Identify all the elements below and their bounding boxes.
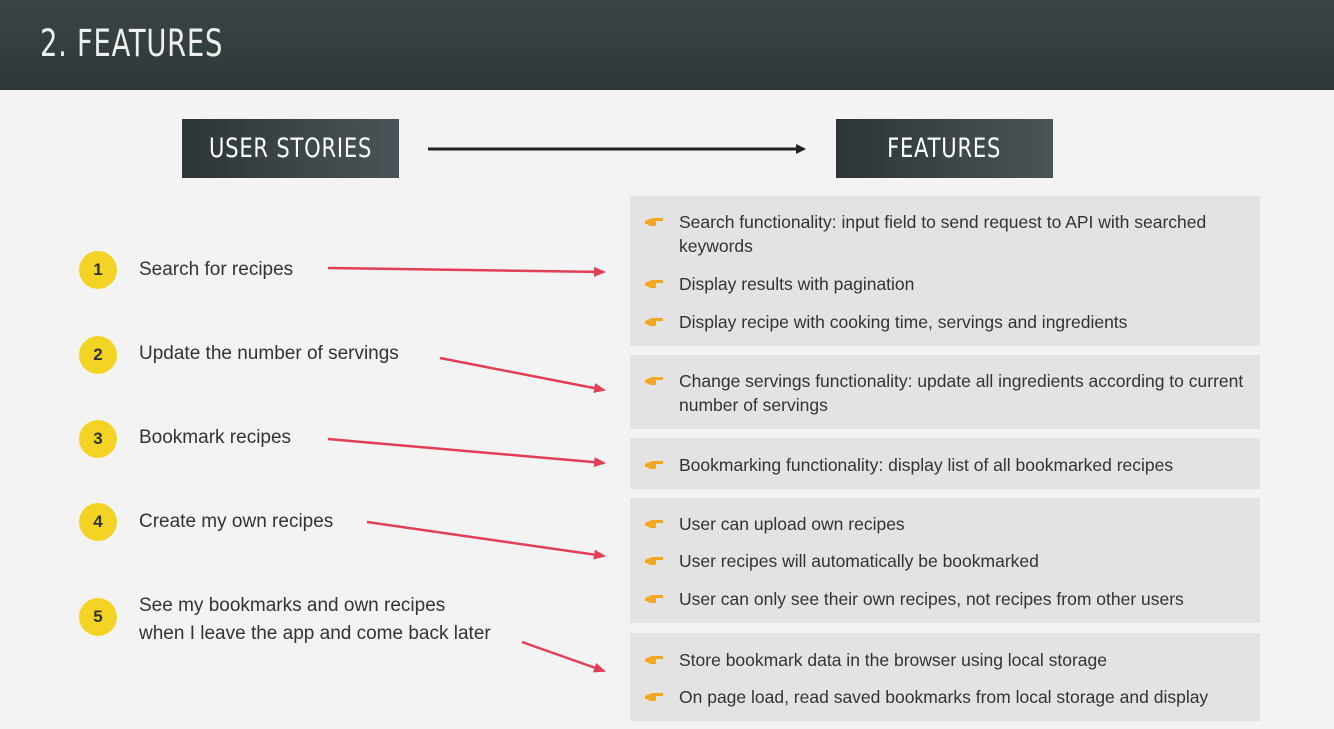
feature-item: User can upload own recipes — [630, 514, 1260, 538]
pointing-hand-icon — [645, 557, 663, 565]
slide: 2. FEATURES USER STORIES FEATURES 1 Sear… — [0, 0, 1334, 729]
pointing-hand-icon — [645, 461, 663, 469]
story-3-arrow — [327, 437, 606, 468]
feature-text: User recipes will automatically be bookm… — [679, 551, 1039, 571]
story-text: Update the number of servings — [139, 343, 399, 364]
pointing-hand-icon — [645, 595, 663, 603]
features-header-label: FEATURES — [887, 133, 1002, 164]
feature-item: Search functionality: input field to sen… — [630, 212, 1260, 260]
feature-item: User recipes will automatically be bookm… — [630, 551, 1260, 575]
feature-text: Display recipe with cooking time, servin… — [679, 312, 1128, 332]
feature-group-bookmarks: Bookmarking functionality: display list … — [630, 438, 1260, 489]
story-number-badge: 4 — [79, 503, 117, 541]
feature-item: Bookmarking functionality: display list … — [630, 455, 1260, 479]
feature-item: Change servings functionality: update al… — [630, 371, 1260, 419]
feature-item: On page load, read saved bookmarks from … — [630, 687, 1260, 711]
story-text: Create my own recipes — [139, 511, 334, 532]
feature-text: Search functionality: input field to sen… — [679, 212, 1207, 256]
story-text: Search for recipes — [139, 259, 294, 280]
feature-text: Store bookmark data in the browser using… — [679, 650, 1108, 670]
story-text: Bookmark recipes — [139, 427, 292, 448]
feature-text: User can only see their own recipes, not… — [679, 589, 1184, 609]
feature-group-storage: Store bookmark data in the browser using… — [630, 633, 1260, 721]
feature-text: Bookmarking functionality: display list … — [679, 455, 1174, 475]
pointing-hand-icon — [645, 377, 663, 385]
pointing-hand-icon — [645, 280, 663, 288]
story-text-line-1: See my bookmarks and own recipes — [139, 595, 446, 616]
features-header: FEATURES — [836, 119, 1053, 178]
story-number-badge: 5 — [79, 598, 117, 636]
story-number-badge: 3 — [79, 420, 117, 458]
story-number-badge: 1 — [79, 251, 117, 289]
story-4-arrow — [366, 520, 606, 560]
feature-group-search: Search functionality: input field to sen… — [630, 196, 1260, 346]
feature-item: Display recipe with cooking time, servin… — [630, 312, 1260, 336]
feature-item: Store bookmark data in the browser using… — [630, 650, 1260, 674]
pointing-hand-icon — [645, 656, 663, 664]
feature-text: Display results with pagination — [679, 274, 915, 294]
pointing-hand-icon — [645, 318, 663, 326]
user-stories-header: USER STORIES — [182, 119, 399, 178]
story-text-line-2: when I leave the app and come back later — [139, 623, 491, 644]
story-1-arrow — [327, 266, 606, 277]
story-number-badge: 2 — [79, 336, 117, 374]
feature-text: Change servings functionality: update al… — [679, 371, 1244, 415]
feature-text: On page load, read saved bookmarks from … — [679, 687, 1209, 707]
feature-item: User can only see their own recipes, not… — [630, 589, 1260, 613]
user-stories-header-label: USER STORIES — [208, 133, 373, 164]
story-2-arrow — [439, 356, 606, 393]
pointing-hand-icon — [645, 693, 663, 701]
story-5-arrow — [521, 640, 606, 673]
pointing-hand-icon — [645, 218, 663, 226]
feature-item: Display results with pagination — [630, 274, 1260, 298]
slide-title: 2. FEATURES — [40, 22, 224, 65]
title-bar: 2. FEATURES — [0, 0, 1334, 90]
feature-text: User can upload own recipes — [679, 514, 905, 534]
feature-group-servings: Change servings functionality: update al… — [630, 355, 1260, 429]
pointing-hand-icon — [645, 520, 663, 528]
feature-group-upload: User can upload own recipes User recipes… — [630, 498, 1260, 623]
